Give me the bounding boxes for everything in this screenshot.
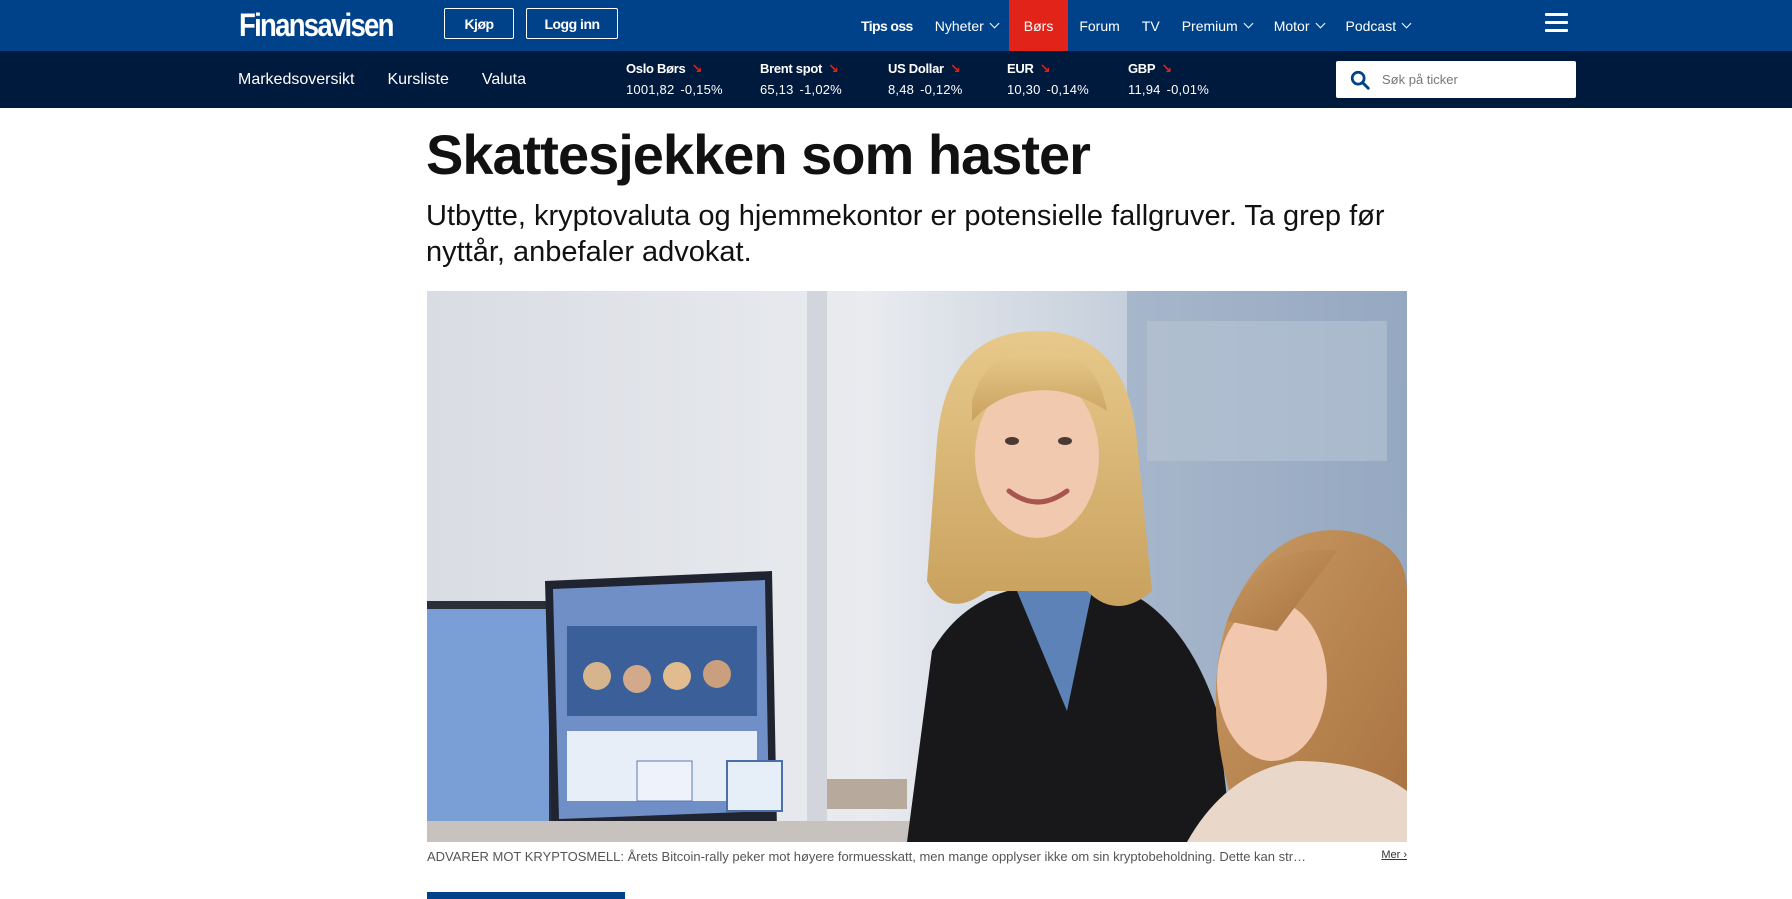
ticker-change: -0,01% bbox=[1166, 82, 1209, 97]
ticker-change: -0,14% bbox=[1046, 82, 1089, 97]
nav-label: Børs bbox=[1023, 17, 1054, 34]
ticker-change: -0,15% bbox=[680, 82, 723, 97]
market-nav: Markedsoversikt Kursliste Valuta bbox=[238, 51, 559, 108]
article-lead: Utbytte, kryptovaluta og hjemmekontor er… bbox=[426, 200, 1385, 268]
ticker-value: 10,30 bbox=[1007, 82, 1041, 97]
ticker-search bbox=[1336, 61, 1576, 98]
nav-tips-oss[interactable]: Tips oss bbox=[850, 0, 924, 51]
caption-text: ADVARER MOT KRYPTOSMELL: Årets Bitcoin-r… bbox=[427, 849, 1307, 864]
ticker-change: -1,02% bbox=[799, 82, 842, 97]
section-accent-bar bbox=[427, 892, 625, 899]
nav-motor[interactable]: Motor bbox=[1263, 0, 1335, 51]
nav-label: Motor bbox=[1273, 17, 1310, 34]
ticker-value: 8,48 bbox=[888, 82, 915, 97]
ticker-value: 11,94 bbox=[1128, 82, 1161, 97]
login-button[interactable]: Logg inn bbox=[526, 8, 618, 39]
market-link-valuta[interactable]: Valuta bbox=[482, 71, 526, 89]
nav-nyheter[interactable]: Nyheter bbox=[924, 0, 1009, 51]
ticker-change: -0,12% bbox=[920, 82, 963, 97]
nav-label: TV bbox=[1141, 17, 1160, 34]
caption-more-link[interactable]: Mer › bbox=[1381, 849, 1407, 864]
nav-label: Podcast bbox=[1345, 17, 1397, 34]
search-icon[interactable] bbox=[1349, 69, 1371, 91]
ticker-oslo-bors[interactable]: Oslo Børs ↘ 1001,82 -0,15% bbox=[626, 61, 723, 97]
arrow-down-icon: ↘ bbox=[1039, 61, 1051, 76]
chevron-down-icon bbox=[1315, 18, 1325, 29]
nav-label: Forum bbox=[1079, 17, 1120, 34]
top-navigation-bar: Finansavisen Kjøp Logg inn Tips oss Nyhe… bbox=[0, 0, 1792, 51]
nav-premium[interactable]: Premium bbox=[1171, 0, 1263, 51]
ticker-name: US Dollar bbox=[888, 61, 944, 76]
article-photo-illustration bbox=[427, 291, 1407, 842]
ticker-name: Brent spot bbox=[760, 61, 823, 76]
arrow-down-icon: ↘ bbox=[828, 61, 839, 76]
market-link-kursliste[interactable]: Kursliste bbox=[387, 71, 448, 89]
chevron-down-icon bbox=[989, 18, 1000, 29]
nav-forum[interactable]: Forum bbox=[1068, 0, 1130, 51]
nav-bors[interactable]: Børs bbox=[1008, 0, 1069, 51]
nav-podcast[interactable]: Podcast bbox=[1335, 0, 1422, 51]
photo-caption: ADVARER MOT KRYPTOSMELL: Årets Bitcoin-r… bbox=[427, 849, 1407, 864]
market-link-markedsoversikt[interactable]: Markedsoversikt bbox=[238, 71, 354, 89]
nav-label: Premium bbox=[1181, 17, 1238, 34]
arrow-down-icon: ↘ bbox=[691, 61, 703, 76]
article-photo bbox=[427, 291, 1407, 842]
ticker-value: 1001,82 bbox=[626, 82, 675, 97]
nav-tv[interactable]: TV bbox=[1131, 0, 1171, 51]
finansavisen-logo[interactable]: Finansavisen bbox=[239, 7, 394, 44]
ticker-value: 65,13 bbox=[760, 82, 794, 97]
ticker-brent-spot[interactable]: Brent spot ↘ 65,13 -1,02% bbox=[760, 61, 842, 97]
ticker-search-input[interactable] bbox=[1382, 61, 1567, 98]
ticker-us-dollar[interactable]: US Dollar ↘ 8,48 -0,12% bbox=[888, 61, 963, 97]
nav-label: Nyheter bbox=[934, 17, 984, 34]
ticker-name: GBP bbox=[1128, 61, 1156, 76]
ticker-eur[interactable]: EUR ↘ 10,30 -0,14% bbox=[1007, 61, 1089, 97]
main-nav: Tips oss Nyheter Børs Forum TV Premium M… bbox=[850, 0, 1421, 51]
ticker-name: EUR bbox=[1007, 61, 1034, 76]
market-bar: Markedsoversikt Kursliste Valuta Oslo Bø… bbox=[0, 51, 1792, 108]
chevron-down-icon bbox=[1401, 18, 1412, 29]
ticker-name: Oslo Børs bbox=[626, 61, 686, 76]
arrow-down-icon: ↘ bbox=[949, 61, 961, 76]
ticker-gbp[interactable]: GBP ↘ 11,94 -0,01% bbox=[1128, 61, 1209, 97]
article-headline: Skattesjekken som haster bbox=[426, 123, 1091, 186]
arrow-down-icon: ↘ bbox=[1161, 61, 1172, 76]
chevron-down-icon bbox=[1243, 18, 1254, 29]
nav-label: Tips oss bbox=[861, 17, 913, 34]
buy-button[interactable]: Kjøp bbox=[444, 8, 514, 39]
hamburger-icon[interactable] bbox=[1545, 13, 1568, 33]
